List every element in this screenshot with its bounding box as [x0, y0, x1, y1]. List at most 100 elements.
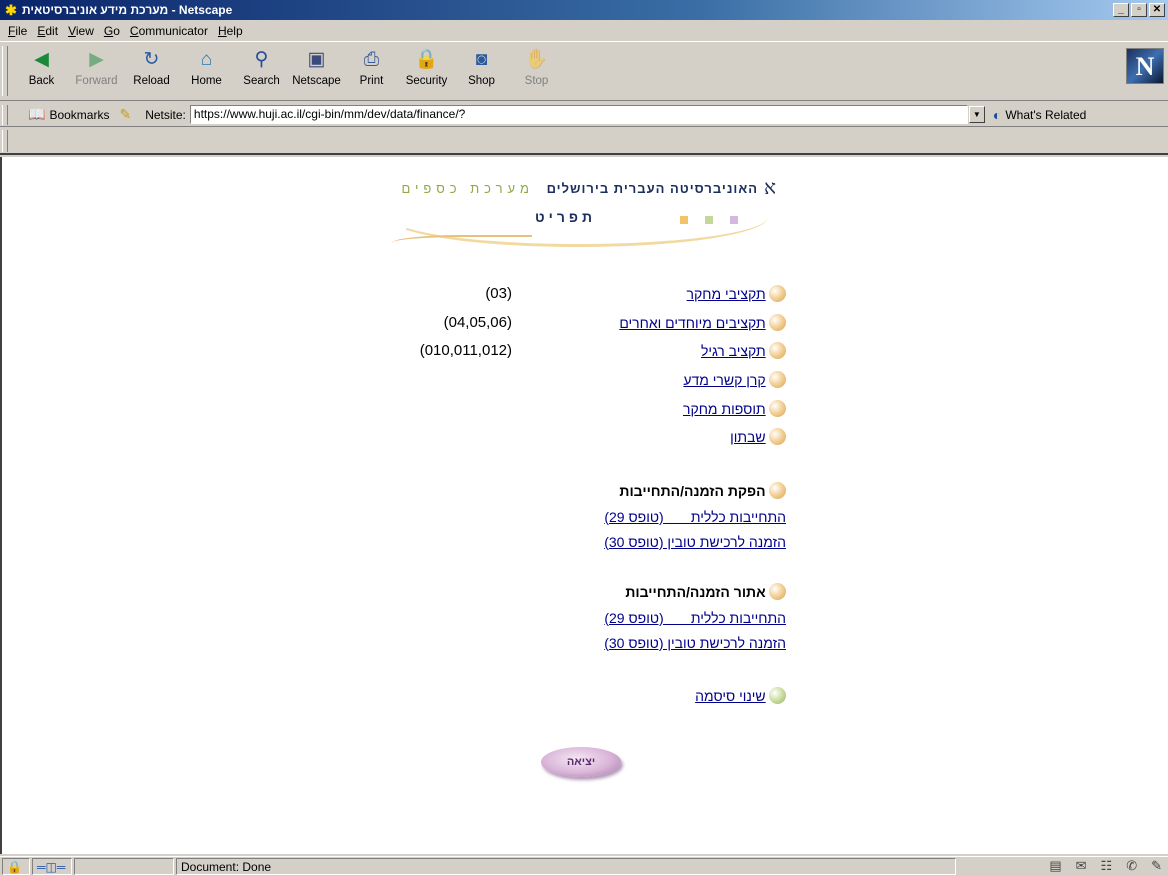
- url-input[interactable]: https://www.huji.ac.il/cgi-bin/mm/dev/da…: [189, 105, 968, 124]
- menu-bar: File Edit View Go Communicator Help: [0, 21, 1168, 40]
- home-icon: ⌂: [200, 49, 213, 70]
- shop-icon: ◙: [475, 49, 488, 70]
- netscape-button[interactable]: ▣ Netscape: [289, 42, 344, 96]
- home-button[interactable]: ⌂ Home: [179, 42, 234, 96]
- security-button[interactable]: 🔒 Security: [399, 42, 454, 96]
- link-find-general-commitment[interactable]: התחייבות כללית (טופס 29): [604, 610, 786, 626]
- status-text: Document: Done: [176, 858, 956, 875]
- address-book-icon[interactable]: ✆: [1126, 858, 1137, 874]
- page-header-logo: ﬡ האוניברסיטה העברית בירושלים מערכת כספי…: [382, 177, 782, 257]
- title-bar: ✱ מערכת מידע אוניברסיטאית - Netscape _ ▫…: [0, 0, 1168, 20]
- find-item-row-form29: התחייבות כללית (טופס 29): [604, 610, 786, 626]
- menu-go[interactable]: Go: [100, 24, 126, 38]
- bookmarks-button[interactable]: 📖 Bookmarks: [28, 106, 109, 123]
- page-content: ﬡ האוניברסיטה העברית בירושלים מערכת כספי…: [0, 157, 1168, 854]
- issue-item-row-form30: הזמנה לרכישת טובין (טופס 30): [604, 534, 786, 550]
- menu-view[interactable]: View: [64, 24, 100, 38]
- link-row-research-supplements: תוספות מחקר: [683, 400, 786, 417]
- page-proxy-icon[interactable]: ✎: [119, 106, 131, 123]
- print-button[interactable]: ⎙ Print: [344, 42, 399, 96]
- code-regular-budget: (010,011,012): [419, 342, 512, 359]
- browser-window: ✱ מערכת מידע אוניברסיטאית - Netscape _ ▫…: [0, 0, 1168, 876]
- link-special-budgets[interactable]: תקציבים מיוחדים ואחרים: [619, 315, 765, 331]
- link-research-budgets[interactable]: תקציבי מחקר: [687, 286, 766, 302]
- security-status-icon[interactable]: 🔒: [2, 858, 30, 875]
- link-row-research-budgets: תקציבי מחקר: [687, 285, 786, 302]
- whats-related-icon: ◐: [992, 106, 1002, 123]
- link-row-regular-budget: תקציב רגיל: [701, 342, 786, 359]
- netsite-area: ✎ Netsite:: [119, 106, 185, 123]
- location-grip[interactable]: [2, 105, 8, 125]
- code-special-budgets: (04,05,06): [443, 314, 512, 331]
- link-change-password[interactable]: שינוי סיסמה: [695, 688, 766, 704]
- university-name-text: האוניברסיטה העברית בירושלים: [546, 181, 758, 196]
- bullet-icon: [769, 482, 786, 499]
- code-research-budgets: (03): [485, 285, 512, 302]
- forward-icon: ▶: [89, 49, 104, 70]
- reload-button[interactable]: ↻ Reload: [124, 42, 179, 96]
- whats-related-button[interactable]: ◐ What's Related: [993, 107, 1086, 123]
- stop-label: Stop: [524, 75, 549, 87]
- home-label: Home: [191, 75, 222, 87]
- netscape-logo[interactable]: N: [1126, 48, 1164, 84]
- bullet-icon: [769, 583, 786, 600]
- whats-related-label: What's Related: [1005, 107, 1087, 122]
- navigator-icon[interactable]: ▤: [1049, 858, 1061, 874]
- lock-icon: 🔒: [414, 49, 439, 70]
- minimize-button[interactable]: _: [1113, 3, 1129, 17]
- security-label: Security: [405, 75, 448, 87]
- back-button[interactable]: ◀ Back: [14, 42, 69, 96]
- newsgroups-icon[interactable]: ☷: [1101, 858, 1113, 874]
- stop-icon: ✋: [524, 49, 549, 70]
- toolbar-grip[interactable]: [2, 46, 8, 96]
- menu-file[interactable]: File: [4, 24, 33, 38]
- link-issue-purchase-order[interactable]: הזמנה לרכישת טובין (טופס 30): [604, 534, 786, 550]
- composer-icon[interactable]: ✎: [1151, 858, 1162, 874]
- component-bar: ▤ ✉ ☷ ✆ ✎: [1049, 858, 1162, 874]
- bullet-icon: [769, 371, 786, 388]
- window-title: מערכת מידע אוניברסיטאית - Netscape: [22, 3, 233, 17]
- exit-button[interactable]: יציאה: [541, 747, 621, 777]
- link-research-supplements[interactable]: תוספות מחקר: [683, 401, 766, 417]
- university-logo-icon: ﬡ: [763, 177, 776, 199]
- bullet-icon: [769, 342, 786, 359]
- print-label: Print: [359, 75, 384, 87]
- personal-toolbar: [0, 129, 1168, 155]
- connection-status-icon: ═◫═: [32, 858, 72, 875]
- link-science-fund[interactable]: קרן קשרי מדע: [683, 372, 765, 388]
- find-item-row-form30: הזמנה לרכישת טובין (טופס 30): [604, 635, 786, 651]
- search-icon: ⚲: [254, 49, 269, 70]
- section-issue-title: הפקת הזמנה/התחייבות: [619, 482, 766, 499]
- close-button[interactable]: ✕: [1149, 3, 1165, 17]
- link-regular-budget[interactable]: תקציב רגיל: [701, 343, 766, 359]
- link-sabbatical[interactable]: שבתון: [730, 429, 766, 445]
- menu-help[interactable]: Help: [214, 24, 249, 38]
- link-issue-general-commitment[interactable]: התחייבות כללית (טופס 29): [604, 509, 786, 525]
- maximize-button[interactable]: ▫: [1131, 3, 1147, 17]
- forward-button[interactable]: ▶ Forward: [69, 42, 124, 96]
- progress-bar: [74, 858, 174, 875]
- bullet-icon: [769, 428, 786, 445]
- menu-edit[interactable]: Edit: [33, 24, 64, 38]
- link-row-sabbatical: שבתון: [730, 428, 786, 445]
- link-row-special-budgets: תקציבים מיוחדים ואחרים: [619, 314, 786, 331]
- reload-icon: ↻: [143, 49, 160, 70]
- back-icon: ◀: [34, 49, 49, 70]
- shop-button[interactable]: ◙ Shop: [454, 42, 509, 96]
- university-name: האוניברסיטה העברית בירושלים מערכת כספים: [402, 181, 759, 196]
- navigation-toolbar: ◀ Back ▶ Forward ↻ Reload ⌂ Home ⚲ Search ▣ Netscap…: [0, 41, 1168, 101]
- stop-button[interactable]: ✋ Stop: [509, 42, 564, 96]
- location-toolbar: 📖 Bookmarks ✎ Netsite: https://www.huji.…: [0, 103, 1168, 127]
- netsite-label: Netsite:: [145, 107, 186, 122]
- link-find-purchase-order[interactable]: הזמנה לרכישת טובין (טופס 30): [604, 635, 786, 651]
- netscape-label: Netscape: [292, 75, 341, 87]
- search-button[interactable]: ⚲ Search: [234, 42, 289, 96]
- menu-communicator[interactable]: Communicator: [126, 24, 214, 38]
- personal-toolbar-grip[interactable]: [2, 130, 8, 152]
- bookmarks-label: Bookmarks: [49, 107, 110, 122]
- print-icon: ⎙: [363, 49, 380, 70]
- section-find-title: אתור הזמנה/התחייבות: [625, 583, 766, 600]
- mail-icon[interactable]: ✉: [1076, 858, 1087, 874]
- section-issue-order: הפקת הזמנה/התחייבות: [619, 482, 786, 499]
- url-history-dropdown[interactable]: ▼: [968, 106, 985, 123]
